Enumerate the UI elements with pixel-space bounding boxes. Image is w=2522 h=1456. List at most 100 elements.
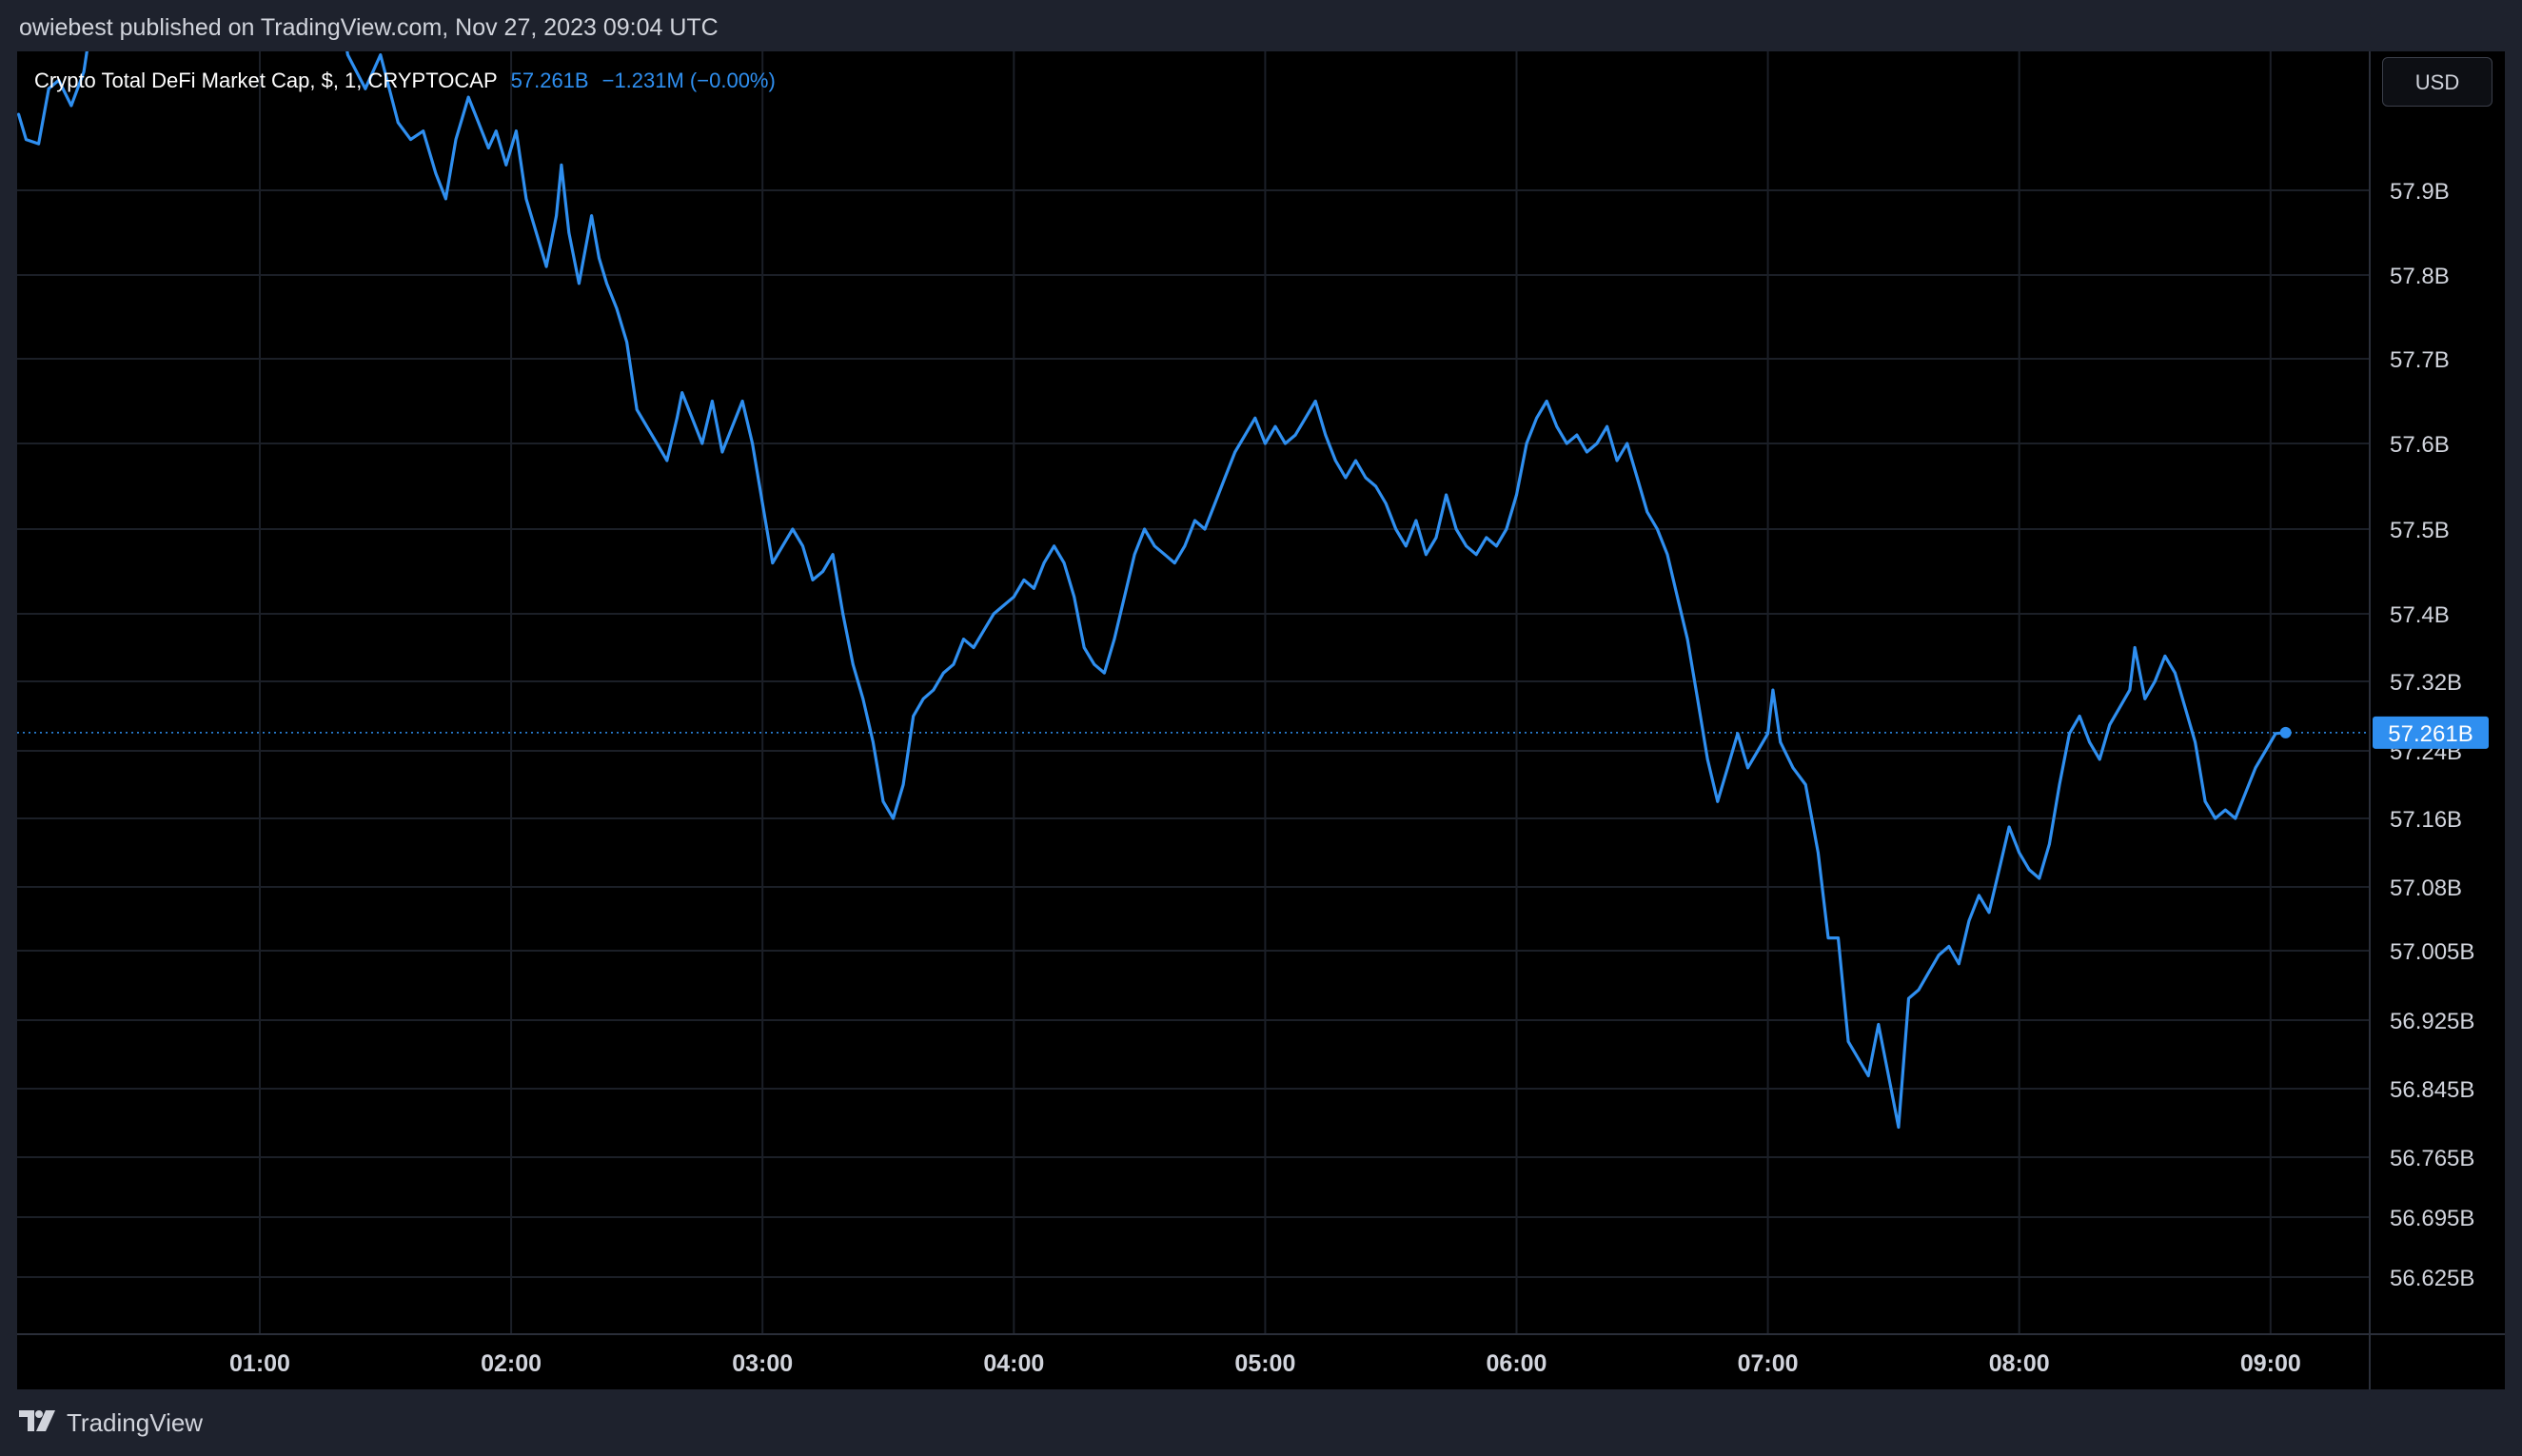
data-point [2118,706,2121,709]
axes: 01:00 02:00 03:00 04:00 05:00 06:00 07:00 08:00… [17,51,2505,1389]
data-point [1404,544,1408,548]
x-tick-label: 07:00 [1738,1350,1799,1377]
data-point [544,265,548,268]
data-point [2274,732,2277,736]
legend-last-value: 57.261B [510,69,589,92]
data-point [1243,433,1247,437]
data-point [1555,424,1559,428]
data-point [2163,655,2167,658]
data-point [37,142,40,146]
data-point [942,671,945,675]
data-point [831,553,835,557]
last-price-marker [2279,726,2292,738]
data-point [1203,527,1207,531]
footer-brand-label: TradingView [67,1407,204,1437]
y-tick-label: 57.6B [2390,432,2450,458]
data-point [2264,749,2267,753]
data-point [1293,433,1297,437]
y-tick-label: 57.32B [2390,670,2462,696]
data-point [2214,817,2217,820]
data-point [2048,842,2051,846]
data-point [1626,442,1629,445]
data-point [1183,544,1187,548]
data-point [872,740,875,744]
data-point [567,231,571,234]
data-point [881,799,885,803]
data-point [952,662,956,666]
data-point [396,121,400,125]
data-point [2133,646,2137,649]
y-tick-label: 56.625B [2390,1266,2474,1291]
y-tick-label: 57.08B [2390,876,2462,901]
y-tick-label: 56.695B [2390,1206,2474,1231]
x-tick-label: 08:00 [1989,1350,2050,1377]
data-point [434,171,438,175]
data-point [1495,544,1498,548]
x-tick-label: 06:00 [1487,1350,1547,1377]
y-tick-label: 57.9B [2390,179,2450,205]
data-point [2078,715,2081,718]
data-point [1791,766,1795,770]
data-point [1344,476,1348,480]
data-point [645,424,649,428]
data-point [1364,476,1368,480]
data-point [625,341,628,344]
data-point [791,527,795,531]
data-point [1696,697,1700,700]
data-point [1223,476,1227,480]
legend-symbol[interactable]: Crypto Total DeFi Market Cap, $, 1, CRYP… [34,65,498,97]
data-point [1273,424,1277,428]
data-point [1163,553,1167,557]
data-point [1535,416,1538,420]
data-point [1133,553,1136,557]
data-point [1525,442,1528,445]
data-point [982,629,985,633]
data-point [615,306,619,310]
data-point [892,817,895,820]
data-point [972,646,975,649]
data-point [1123,595,1126,599]
data-point [851,662,855,666]
data-point [1705,758,1709,761]
y-tick-label: 57.7B [2390,347,2450,373]
data-point [1635,476,1639,480]
data-point [494,129,498,133]
data-point [477,121,481,125]
data-point [422,129,425,133]
data-point [635,408,639,411]
data-point [2128,688,2132,692]
data-point [1716,799,1720,803]
data-point [1978,894,1980,897]
currency-button[interactable]: USD [2382,57,2492,107]
chart-area[interactable]: 01:00 02:00 03:00 04:00 05:00 06:00 07:00 08:00… [17,51,2505,1389]
x-tick-label: 01:00 [229,1350,290,1377]
data-point [1725,766,1729,770]
data-point [409,138,412,141]
series-line-defi-market-cap[interactable] [17,51,2286,1130]
data-point [1826,936,1830,939]
data-point [1454,527,1458,531]
price-chart[interactable]: 01:00 02:00 03:00 04:00 05:00 06:00 07:00 08:00… [17,51,2505,1389]
data-point [1033,586,1035,590]
data-point [676,416,679,420]
data-point [720,450,724,454]
data-point [1897,1126,1901,1129]
data-point [1333,459,1337,462]
footer-brand[interactable]: TradingView [19,1407,203,1439]
data-point [1515,493,1518,497]
data-point [1606,424,1608,428]
data-point [700,442,704,445]
data-point [771,561,775,564]
series-layer [17,51,2288,1130]
data-point [1264,442,1267,445]
data-point [1779,740,1783,744]
data-point [1465,544,1468,548]
x-tick-label: 05:00 [1234,1350,1295,1377]
data-point [605,282,608,285]
data-point [444,197,447,201]
data-point [1676,595,1679,599]
data-point [1073,595,1076,599]
data-point [811,579,815,581]
data-point [1042,561,1046,564]
x-tick-label: 04:00 [983,1350,1044,1377]
